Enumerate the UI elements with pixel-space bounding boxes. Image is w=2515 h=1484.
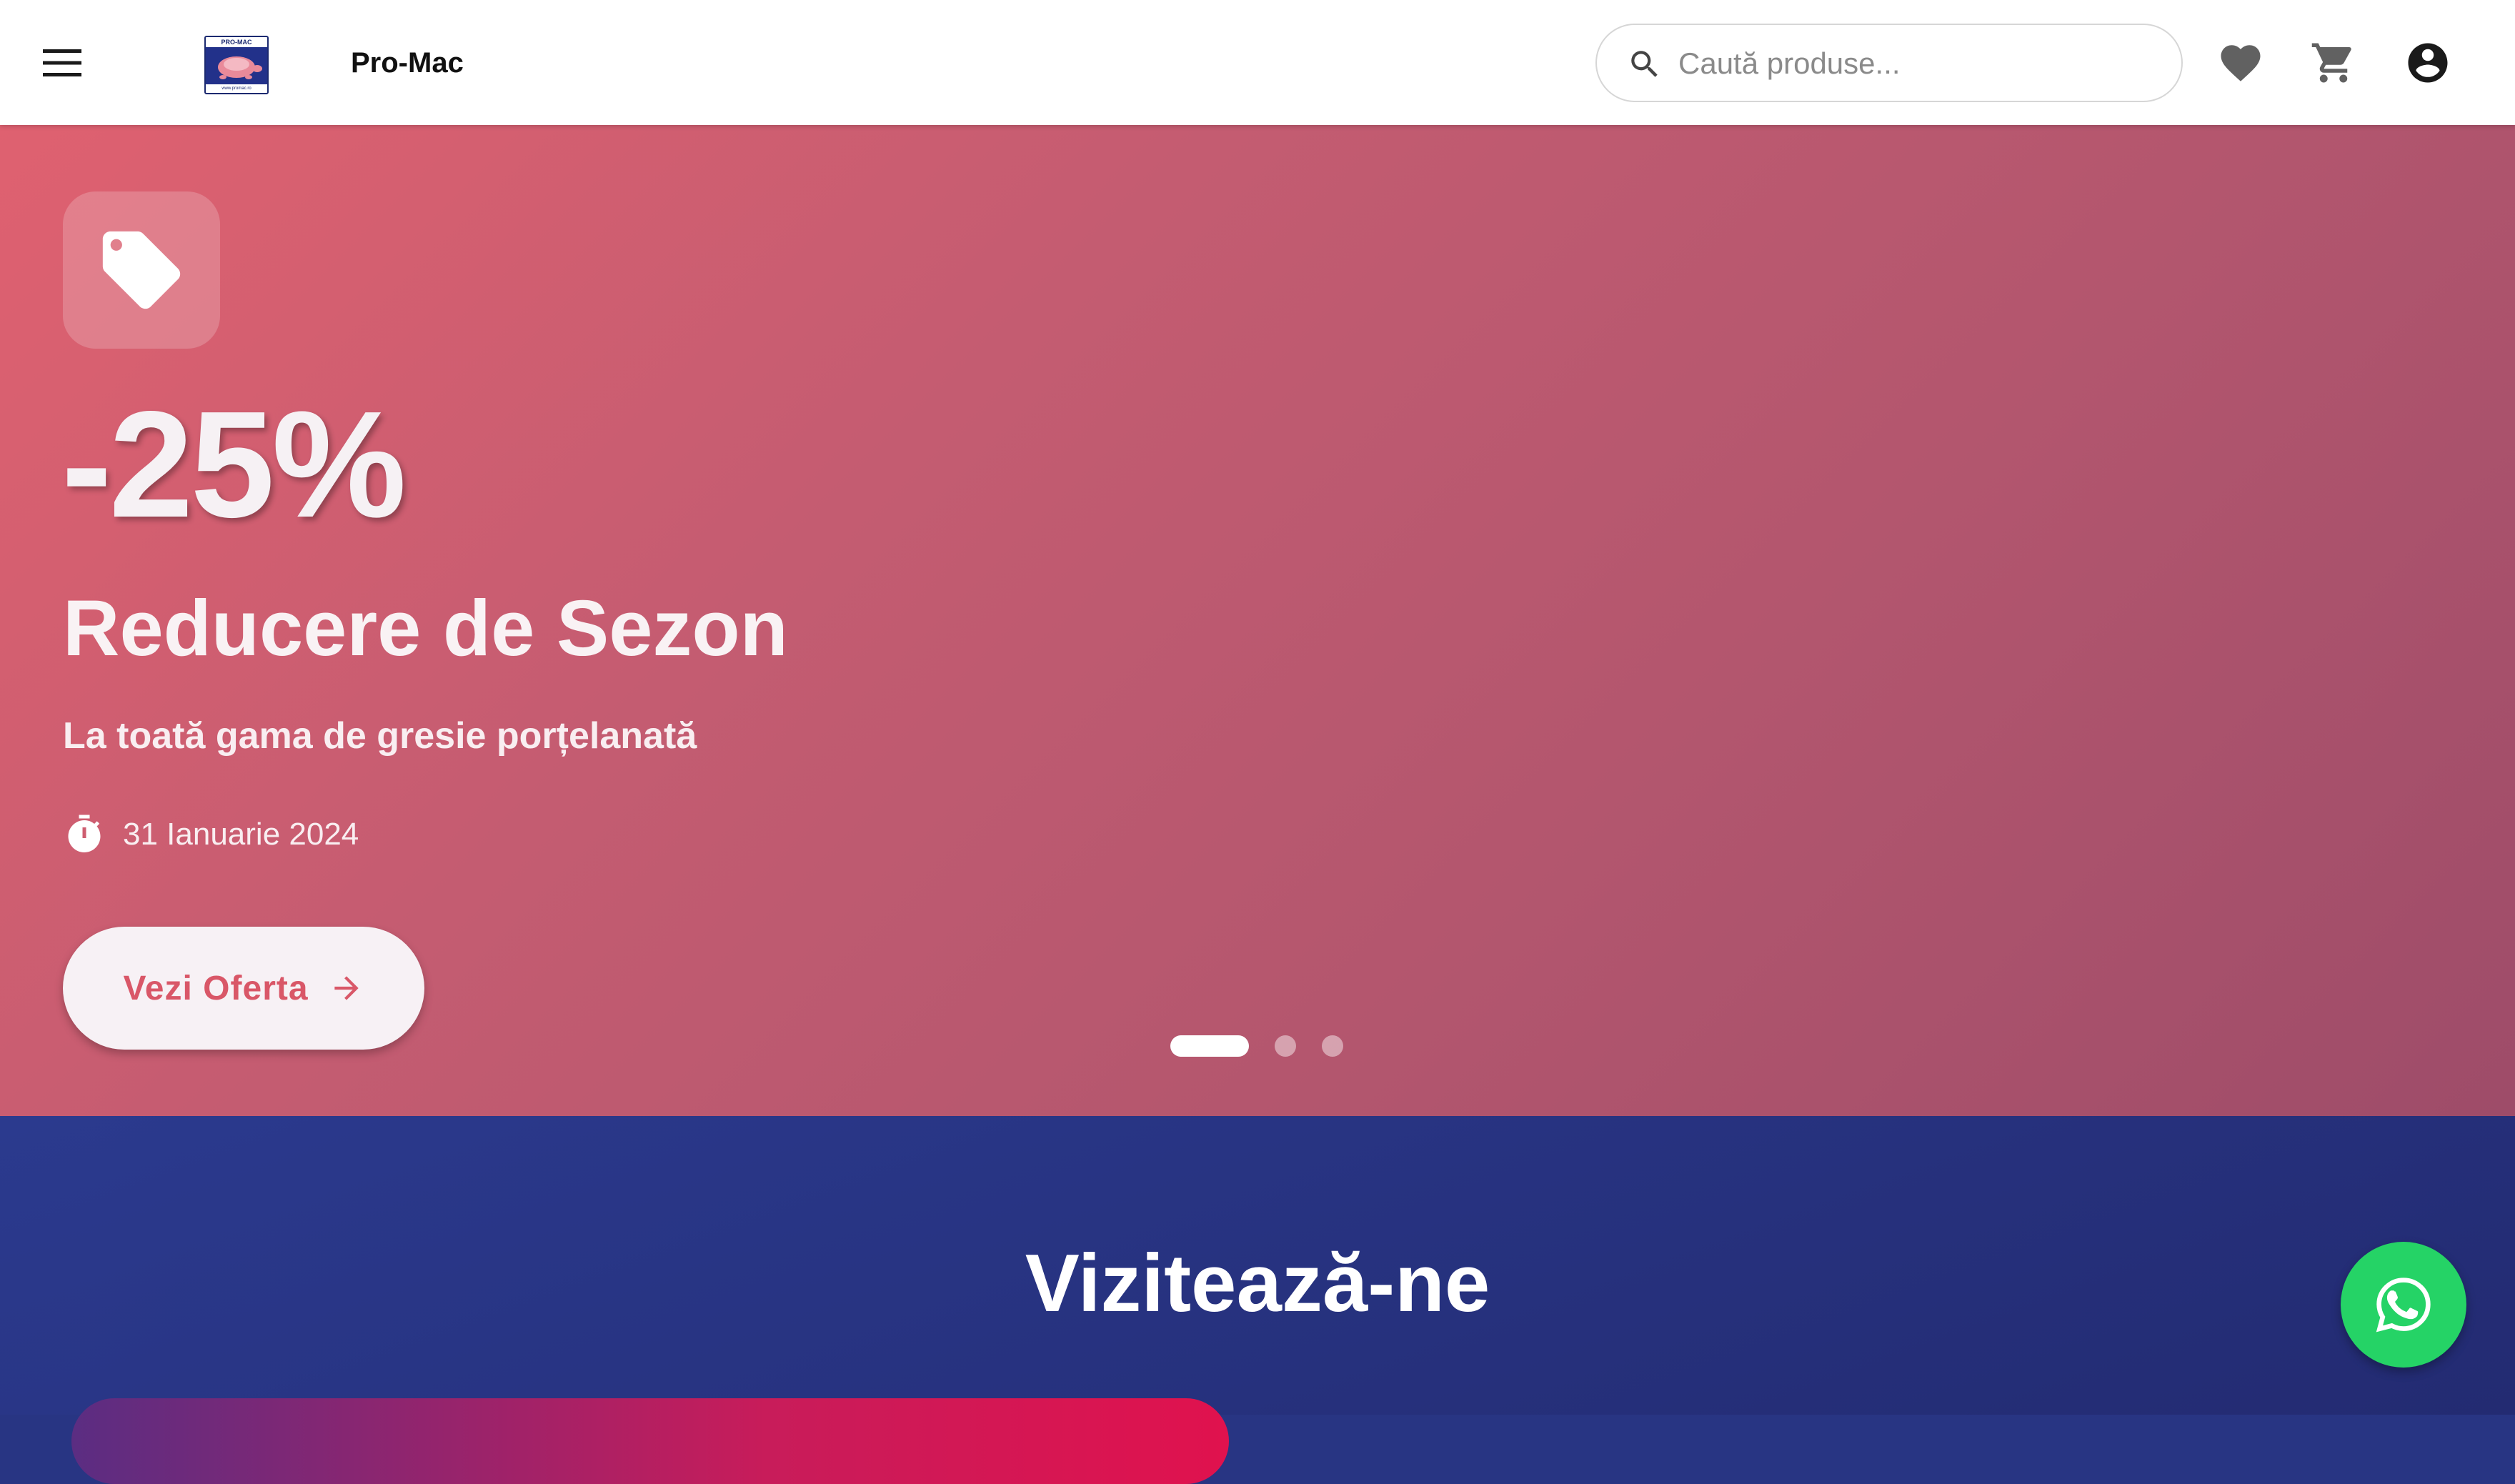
visit-card[interactable] [71, 1398, 1229, 1484]
account-button[interactable] [2399, 34, 2456, 91]
promo-deadline: 31 Ianuarie 2024 [63, 810, 359, 860]
whatsapp-icon [2376, 1278, 2431, 1333]
arrow-right-icon [334, 976, 359, 1000]
carousel-dot-3[interactable] [1322, 1035, 1343, 1057]
view-offer-button[interactable]: Vezi Oferta [63, 927, 424, 1050]
promo-title: Reducere de Sezon [63, 584, 788, 672]
wishlist-button[interactable] [2212, 34, 2269, 91]
search-icon [1631, 51, 1658, 77]
carousel-dot-1[interactable] [1170, 1035, 1249, 1057]
menu-button[interactable] [37, 39, 87, 86]
carousel-indicator [1170, 1034, 1343, 1058]
tag-badge [63, 191, 220, 349]
logo[interactable]: PRO-MAC www.promac.ro [204, 36, 269, 94]
menu-icon [43, 49, 81, 76]
tag-icon [102, 231, 181, 309]
search-bar[interactable] [1595, 24, 2183, 102]
top-app-bar: PRO-MAC www.promac.ro Pro-Mac [0, 0, 2515, 125]
promo-banner: -25% Reducere de Sezon La toată gama de … [0, 125, 2515, 1116]
search-input[interactable] [1677, 38, 2151, 89]
carousel-dot-2[interactable] [1275, 1035, 1296, 1057]
discount-value: -25% [61, 379, 407, 549]
cart-icon [2311, 43, 2351, 83]
whatsapp-button[interactable] [2341, 1242, 2466, 1368]
logo-url: www.promac.ro [206, 84, 267, 93]
view-offer-label: Vezi Oferta [123, 969, 309, 1007]
promo-subtitle: La toată gama de gresie porțelanată [63, 715, 697, 757]
account-circle-icon [2408, 43, 2448, 83]
brand-name[interactable]: Pro-Mac [351, 44, 464, 81]
promo-date: 31 Ianuarie 2024 [123, 817, 359, 852]
timer-icon [68, 815, 101, 852]
visit-section: Vizitează-ne [0, 1116, 2515, 1484]
visit-heading: Vizitează-ne [1025, 1238, 1490, 1329]
heart-icon [2221, 45, 2261, 81]
cart-button[interactable] [2305, 34, 2362, 91]
